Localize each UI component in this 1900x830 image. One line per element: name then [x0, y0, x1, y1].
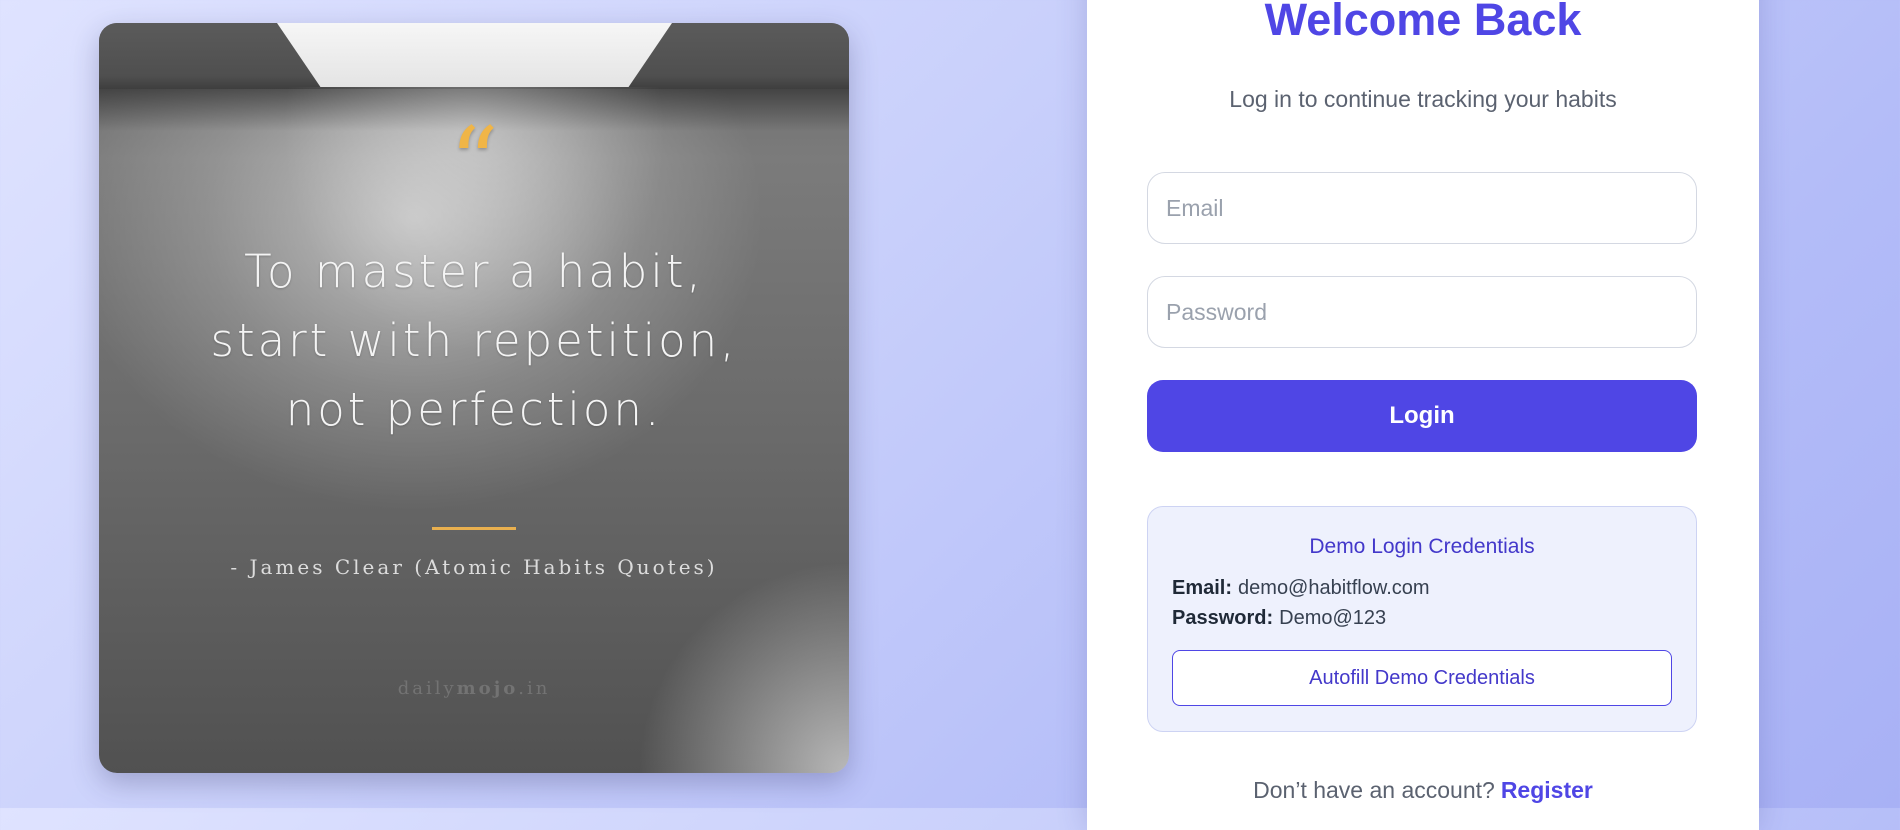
page-subtitle: Log in to continue tracking your habits [1229, 86, 1617, 112]
watermark-prefix: daily [397, 678, 457, 699]
register-prompt-line: Don’t have an account? Register [1087, 777, 1759, 804]
quote-line: start with repetition, [210, 314, 738, 367]
quote-line: not perfection. [285, 383, 663, 436]
quote-text: To master a habit, start with repetition… [139, 237, 809, 444]
demo-password-label: Password: [1172, 607, 1274, 629]
register-prompt: Don’t have an account? [1253, 777, 1495, 803]
demo-credentials-title: Demo Login Credentials [1309, 535, 1535, 558]
password-field[interactable] [1147, 276, 1697, 348]
login-button[interactable]: Login [1147, 380, 1697, 452]
demo-email-label: Email: [1172, 577, 1233, 599]
quote-mark-icon: “ [449, 107, 499, 219]
demo-email-value: demo@habitflow.com [1238, 577, 1430, 599]
watermark: dailymojo.in [99, 678, 849, 699]
quote-image: “ To master a habit, start with repetiti… [99, 23, 849, 773]
demo-email-line: Email: demo@habitflow.com [1172, 577, 1430, 600]
page-title: Welcome Back [1264, 0, 1582, 45]
autofill-demo-button[interactable]: Autofill Demo Credentials [1172, 650, 1672, 706]
demo-password-value: Demo@123 [1279, 607, 1387, 629]
watermark-suffix: .in [518, 678, 551, 699]
quote-author: - James Clear (Atomic Habits Quotes) [230, 555, 718, 579]
quote-divider [432, 527, 516, 530]
register-link[interactable]: Register [1501, 777, 1593, 803]
quote-line: To master a habit, [244, 245, 704, 298]
login-card: Welcome Back Log in to continue tracking… [1087, 0, 1759, 830]
watermark-brand: mojo [456, 678, 519, 699]
ceiling-light [277, 23, 672, 87]
email-field[interactable] [1147, 172, 1697, 244]
demo-password-line: Password: Demo@123 [1172, 607, 1386, 630]
demo-credentials-box: Demo Login Credentials Email: demo@habitf… [1147, 506, 1697, 732]
